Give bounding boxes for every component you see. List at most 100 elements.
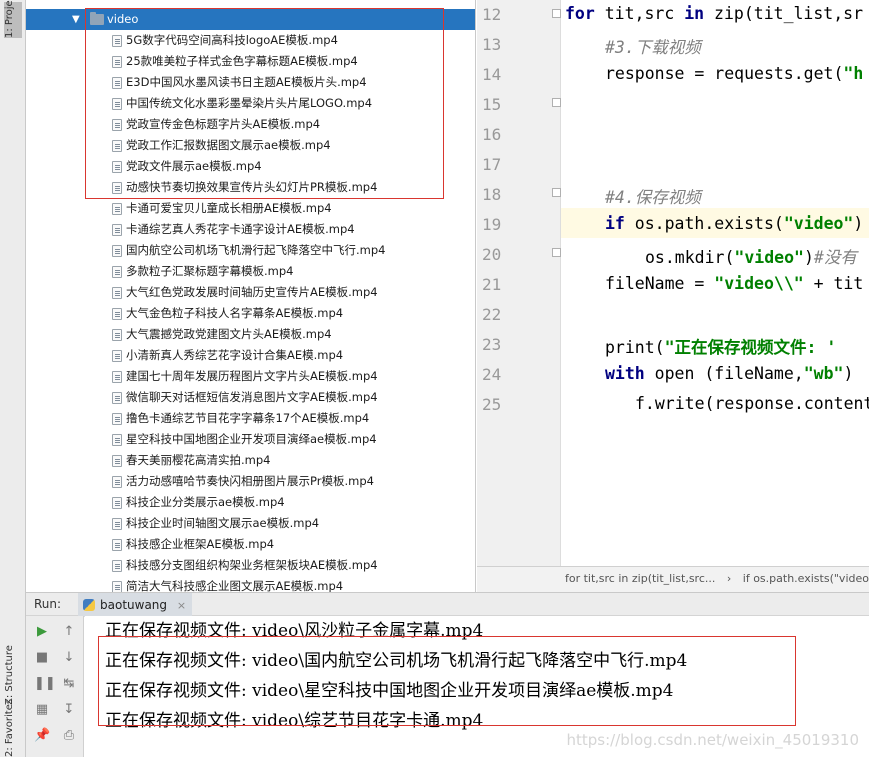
tree-file-item[interactable]: 中国传统文化水墨彩墨晕染片头片尾LOGO.mp4 — [26, 93, 475, 114]
tree-file-label: 简洁大气科技感企业图文展示AE模板.mp4 — [126, 579, 344, 592]
arrow-down-icon[interactable]: ↓ — [61, 650, 77, 666]
project-tree: exle ▼ video 5G数字代码空间高科技logoAE模板.mp4 25款唯… — [26, 0, 476, 592]
tree-file-label: 国内航空公司机场飞机滑行起飞降落空中飞行.mp4 — [126, 243, 386, 257]
breadcrumb-item[interactable]: if os.path.exists("video — [743, 572, 869, 585]
run-label: Run: — [34, 597, 62, 611]
line-number: 17 — [482, 155, 502, 174]
tree-file-item[interactable]: 简洁大气科技感企业图文展示AE模板.mp4 — [26, 576, 475, 592]
tree-file-label: 星空科技中国地图企业开发项目演绎ae模板.mp4 — [126, 432, 377, 446]
layout-icon[interactable]: ▦ — [34, 702, 50, 718]
console-output[interactable]: 正在保存视频文件: video\风沙粒子金属字幕.mp4 正在保存视频文件: vi… — [85, 616, 869, 757]
tab-project[interactable]: 1: Project — [4, 0, 22, 38]
close-icon[interactable]: × — [177, 599, 186, 612]
fold-icon[interactable] — [552, 98, 561, 107]
tree-file-item[interactable]: 活力动感嘻哈节奏快闪相册图片展示Pr模板.mp4 — [26, 471, 475, 492]
pause-icon[interactable]: ❚❚ — [34, 676, 56, 692]
file-icon — [112, 287, 122, 299]
tree-file-label: 多款粒子汇聚标题字幕模板.mp4 — [126, 264, 294, 278]
tree-file-item[interactable]: 大气金色粒子科技人名字幕条AE模板.mp4 — [26, 303, 475, 324]
line-number: 22 — [482, 305, 502, 324]
run-tab[interactable]: baotuwang × — [78, 593, 193, 617]
tab-favorites[interactable]: 2: Favorites — [4, 699, 22, 757]
code-line-13: #3.下载视频 — [605, 38, 701, 57]
file-icon — [112, 161, 122, 173]
line-number: 20 — [482, 245, 502, 264]
file-icon — [112, 35, 122, 47]
tree-file-item[interactable]: 春天美丽樱花高清实拍.mp4 — [26, 450, 475, 471]
tree-file-item[interactable]: 撸色卡通综艺节目花字字幕条17个AE模板.mp4 — [26, 408, 475, 429]
file-icon — [112, 98, 122, 110]
tab-structure[interactable]: Z: Structure — [4, 625, 22, 705]
console-line: 正在保存视频文件: video\星空科技中国地图企业开发项目演绎ae模板.mp4 — [105, 681, 674, 701]
tree-file-item[interactable]: 25款唯美粒子样式金色字幕标题AE模板.mp4 — [26, 51, 475, 72]
run-panel-header: Run: baotuwang × — [26, 592, 869, 617]
tree-file-label: 5G数字代码空间高科技logoAE模板.mp4 — [126, 33, 338, 47]
tree-file-item[interactable]: 小清新真人秀综艺花字设计合集AE模.mp4 — [26, 345, 475, 366]
tree-row-partial[interactable]: exle — [26, 0, 475, 6]
stop-icon[interactable]: ■ — [34, 650, 50, 666]
line-number: 15 — [482, 95, 502, 114]
tree-file-item[interactable]: 卡通可爱宝贝儿童成长相册AE模板.mp4 — [26, 198, 475, 219]
file-icon — [112, 497, 122, 509]
tree-file-item[interactable]: 星空科技中国地图企业开发项目演绎ae模板.mp4 — [26, 429, 475, 450]
file-icon — [112, 392, 122, 404]
file-icon — [112, 77, 122, 89]
chevron-down-icon[interactable]: ▼ — [72, 9, 80, 30]
tree-file-item[interactable]: 党政文件展示ae模板.mp4 — [26, 156, 475, 177]
breadcrumb-item[interactable]: for tit,src in zip(tit_list,src... — [565, 572, 715, 585]
tree-file-item[interactable]: 动感快节奏切换效果宣传片头幻灯片PR模板.mp4 — [26, 177, 475, 198]
tree-file-item[interactable]: 大气红色党政发展时间轴历史宣传片AE模板.mp4 — [26, 282, 475, 303]
breadcrumb-separator: › — [726, 572, 732, 585]
console-line: 正在保存视频文件: video\国内航空公司机场飞机滑行起飞降落空中飞行.mp4 — [105, 651, 688, 671]
tree-file-label: 春天美丽樱花高清实拍.mp4 — [126, 453, 271, 467]
print-icon[interactable]: ⎙ — [61, 728, 77, 744]
tree-file-label: 科技感企业框架AE模板.mp4 — [126, 537, 275, 551]
file-icon — [112, 329, 122, 341]
tree-file-label: 小清新真人秀综艺花字设计合集AE模.mp4 — [126, 348, 344, 362]
tree-file-item[interactable]: 卡通综艺真人秀花字卡通字设计AE模板.mp4 — [26, 219, 475, 240]
tree-file-item[interactable]: 科技感分支图组织构架业务框架板块AE模板.mp4 — [26, 555, 475, 576]
file-icon — [112, 350, 122, 362]
tree-file-item[interactable]: 党政工作汇报数据图文展示ae模板.mp4 — [26, 135, 475, 156]
line-number: 25 — [482, 395, 502, 414]
tree-file-item[interactable]: 党政宣传金色标题字片头AE模板.mp4 — [26, 114, 475, 135]
tree-file-item[interactable]: E3D中国风水墨风读书日主题AE模板片头.mp4 — [26, 72, 475, 93]
file-icon — [112, 119, 122, 131]
code-line-18: #4.保存视频 — [605, 188, 701, 207]
tree-file-item[interactable]: 多款粒子汇聚标题字幕模板.mp4 — [26, 261, 475, 282]
tree-file-item[interactable]: 5G数字代码空间高科技logoAE模板.mp4 — [26, 30, 475, 51]
tree-file-item[interactable]: 科技感企业框架AE模板.mp4 — [26, 534, 475, 555]
line-number: 14 — [482, 65, 502, 84]
tree-file-item[interactable]: 大气震撼党政党建图文片头AE模板.mp4 — [26, 324, 475, 345]
tree-file-label: 卡通可爱宝贝儿童成长相册AE模板.mp4 — [126, 201, 332, 215]
file-icon — [112, 518, 122, 530]
tree-file-item[interactable]: 科技企业分类展示ae模板.mp4 — [26, 492, 475, 513]
play-icon[interactable]: ▶ — [34, 624, 50, 640]
tree-folder-video[interactable]: ▼ video — [26, 9, 475, 30]
console-line: 正在保存视频文件: video\综艺节目花字卡通.mp4 — [105, 711, 484, 731]
watermark: https://blog.csdn.net/weixin_45019310 — [566, 731, 859, 749]
file-icon — [112, 245, 122, 257]
tree-file-item[interactable]: 科技企业时间轴图文展示ae模板.mp4 — [26, 513, 475, 534]
tree-file-label: 科技感分支图组织构架业务框架板块AE模板.mp4 — [126, 558, 378, 572]
soft-wrap-icon[interactable]: ↹ — [61, 676, 77, 692]
fold-icon[interactable] — [552, 188, 561, 197]
tree-file-label: 微信聊天对话框短信发消息图片文字AE模板.mp4 — [126, 390, 378, 404]
tree-file-item[interactable]: 国内航空公司机场飞机滑行起飞降落空中飞行.mp4 — [26, 240, 475, 261]
fold-icon[interactable] — [552, 9, 561, 18]
code-line-19: if os.path.exists("video") — [605, 214, 864, 233]
tree-file-label: 建国七十周年发展历程图片文字片头AE模板.mp4 — [126, 369, 378, 383]
tree-file-label: 中国传统文化水墨彩墨晕染片头片尾LOGO.mp4 — [126, 96, 373, 110]
tree-file-item[interactable]: 微信聊天对话框短信发消息图片文字AE模板.mp4 — [26, 387, 475, 408]
line-number: 16 — [482, 125, 502, 144]
folder-icon — [90, 12, 104, 25]
scroll-end-icon[interactable]: ↧ — [61, 702, 77, 718]
fold-icon[interactable] — [552, 248, 561, 257]
line-number: 18 — [482, 185, 502, 204]
code-editor[interactable]: 12 13 14 15 16 17 18 19 20 21 22 23 24 25 for tit,src… — [477, 0, 869, 566]
code-line-25: f.write(response.content — [635, 394, 869, 413]
line-number: 12 — [482, 5, 502, 24]
pin-icon[interactable]: 📌 — [34, 728, 50, 744]
tree-file-item[interactable]: 建国七十周年发展历程图片文字片头AE模板.mp4 — [26, 366, 475, 387]
arrow-up-icon[interactable]: ↑ — [61, 624, 77, 640]
